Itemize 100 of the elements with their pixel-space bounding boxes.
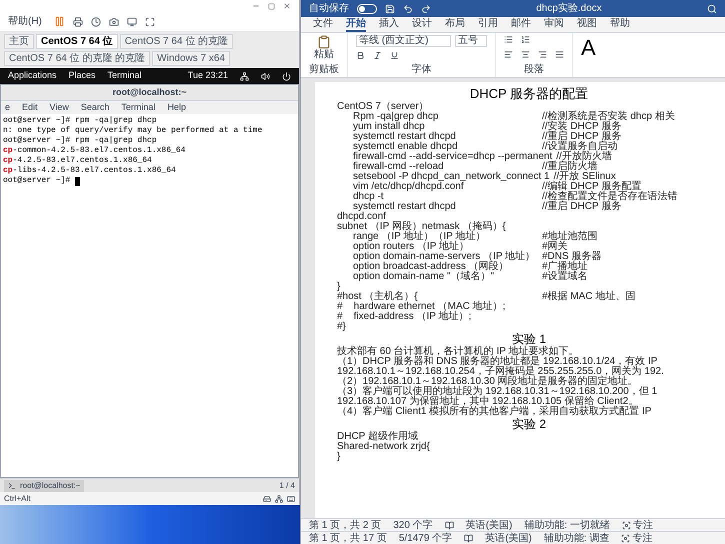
word-count[interactable]: 5/1479 个字	[398, 532, 452, 544]
bullet-list-icon[interactable]	[504, 35, 513, 44]
clock-icon[interactable]	[90, 16, 101, 26]
document-line: （4）客户端 Client1 模拟所有的其他客户端，采用自动获取方式配置 IP	[337, 407, 652, 417]
terminal-menu-item[interactable]: Search	[80, 100, 110, 114]
document-comment: //重启 DHCP 服务	[542, 202, 622, 212]
ribbon-tab[interactable]: 邮件	[511, 17, 531, 32]
printer-icon[interactable]	[72, 16, 83, 26]
document-comment: #地址池范围	[542, 232, 598, 242]
bold-icon[interactable]	[356, 51, 365, 60]
align-right-icon[interactable]	[538, 50, 547, 58]
terminal-menu-item[interactable]: View	[50, 100, 69, 114]
document-line: yum install dhcp	[353, 122, 425, 132]
section-heading: 实验 2	[510, 417, 547, 432]
maximize-icon[interactable]	[268, 2, 275, 10]
justify-icon[interactable]	[555, 50, 564, 58]
taskbar-item[interactable]: root@localhost:~	[4, 480, 84, 492]
ribbon-tab[interactable]: 视图	[577, 17, 597, 32]
document-line: 192.168.10.1～192.168.10.254，子网掩码是 255.255.255.0，网关为 192.	[337, 367, 664, 377]
document-line: setsebool -P dhcpd_can_network_connect 1	[353, 172, 550, 182]
vm-tab[interactable]: CentOS 7 64 位	[36, 34, 118, 49]
document-line: #}	[337, 322, 346, 332]
terminal-menu-item[interactable]: Help	[167, 100, 186, 114]
terminal-title: root@localhost:~	[112, 86, 187, 99]
font-size-dropdown[interactable]: 五号	[455, 35, 487, 47]
keyboard-icon[interactable]	[287, 494, 295, 502]
document-line: # hardware ethernet （MAC 地址）;	[337, 302, 506, 312]
ribbon-tab[interactable]: 帮助	[610, 17, 630, 32]
ribbon-tab[interactable]: 设计	[412, 17, 432, 32]
proofing-icon[interactable]	[464, 534, 474, 542]
accessibility-status[interactable]: 辅助功能: 调查	[544, 532, 610, 544]
save-icon[interactable]	[385, 4, 395, 14]
vm-tab[interactable]: 主页	[4, 34, 34, 49]
redo-icon[interactable]	[421, 4, 431, 14]
language[interactable]: 英语(美国)	[485, 532, 532, 544]
top-bar-menu[interactable]: Applications	[8, 69, 57, 83]
page-count[interactable]: 第 1 页，共 2 页	[309, 520, 382, 530]
close-icon[interactable]	[283, 2, 291, 10]
clipboard-icon	[317, 35, 331, 49]
font-name-dropdown[interactable]: 等线 (西文正文)	[356, 35, 451, 47]
styles-preview[interactable]: A	[581, 35, 596, 60]
align-left-icon[interactable]	[504, 50, 513, 58]
document-comment: //开放 SElinux	[554, 172, 616, 182]
power-icon[interactable]	[282, 72, 291, 80]
camera-icon[interactable]	[108, 16, 119, 26]
terminal-menu-item[interactable]: Edit	[22, 100, 38, 114]
document-line: dhcpd.conf	[337, 212, 386, 222]
terminal-line: cp-libs-4.2.5-83.el7.centos.1.x86_64	[3, 166, 176, 176]
monitor-icon[interactable]	[126, 16, 137, 26]
document-line: subnet （IP 网段）netmask （掩码）{	[337, 222, 506, 232]
undo-icon[interactable]	[403, 4, 413, 14]
pause-icon[interactable]	[54, 16, 65, 27]
terminal-menu-item[interactable]: e	[5, 100, 10, 114]
network-icon[interactable]	[240, 72, 249, 80]
ribbon-tab[interactable]: 引用	[478, 17, 498, 32]
align-center-icon[interactable]	[521, 50, 530, 58]
underline-icon[interactable]	[390, 51, 399, 60]
vm-tab[interactable]: CentOS 7 64 位 的克隆 的克隆	[4, 51, 150, 66]
document-line: 技术部有 60 台计算机，各计算机的 IP 地址要求如下。	[337, 347, 579, 357]
network-icon[interactable]	[275, 494, 283, 502]
word-count[interactable]: 320 个字	[393, 520, 433, 530]
language[interactable]: 英语(美国)	[466, 520, 512, 530]
ribbon-tab[interactable]: 文件	[313, 17, 333, 32]
document-line: option broadcast-address （网段）	[353, 262, 510, 272]
accessibility-status[interactable]: 辅助功能: 一切就绪	[524, 520, 610, 530]
volume-icon[interactable]	[261, 72, 270, 80]
ribbon-tab[interactable]: 布局	[445, 17, 465, 32]
paste-button[interactable]: 粘贴	[314, 35, 334, 60]
document-line: range （IP 地址）（IP 地址）	[353, 232, 486, 242]
vm-tab[interactable]: CentOS 7 64 位 的克隆	[120, 34, 234, 49]
document-comment: //开放防火墙	[556, 152, 612, 162]
document-filename: dhcp实验.docx	[536, 2, 602, 16]
document-line: firewall-cmd --reload	[353, 162, 444, 172]
document-comment: #设置域名	[542, 272, 588, 282]
autosave-toggle[interactable]	[357, 4, 377, 14]
help-menu[interactable]: 帮助(H)	[4, 14, 46, 29]
vm-tab[interactable]: Windows 7 x64	[152, 51, 230, 66]
ribbon-tab[interactable]: 审阅	[544, 17, 564, 32]
page-count[interactable]: 第 1 页，共 17 页	[309, 532, 387, 544]
focus-mode[interactable]: 专注	[622, 520, 653, 530]
top-bar-menu[interactable]: Terminal	[108, 69, 142, 83]
proofing-icon[interactable]	[444, 520, 454, 530]
document-comment: //重启防火墙	[542, 162, 598, 172]
italic-icon[interactable]	[373, 51, 382, 60]
terminal-line: oot@server ~]# rpm -qa|grep dhcp	[3, 136, 157, 146]
top-bar-menu[interactable]: Places	[68, 69, 96, 83]
numbered-list-icon[interactable]	[521, 35, 530, 44]
focus-icon	[621, 534, 630, 542]
document-comment: #根据 MAC 地址、固	[542, 292, 636, 302]
search-icon[interactable]	[707, 4, 717, 14]
focus-mode[interactable]: 专注	[621, 532, 652, 544]
document-line: 192.168.10.107 为保留地址，其中 192.168.10.105 保留给 Client2。	[337, 397, 638, 407]
group-label: 剪贴板	[309, 64, 339, 75]
terminal-line: oot@server ~]#	[3, 176, 80, 186]
terminal-menu-item[interactable]: Terminal	[121, 100, 156, 114]
ribbon-tab[interactable]: 插入	[379, 17, 399, 32]
workspace-indicator[interactable]: 1 / 4	[279, 480, 295, 492]
document-line: # fixed-address （IP 地址）;	[337, 312, 472, 322]
fullscreen-icon[interactable]	[144, 16, 155, 26]
terminal-line: n: one type of query/verify may be performed at a time	[3, 126, 262, 136]
